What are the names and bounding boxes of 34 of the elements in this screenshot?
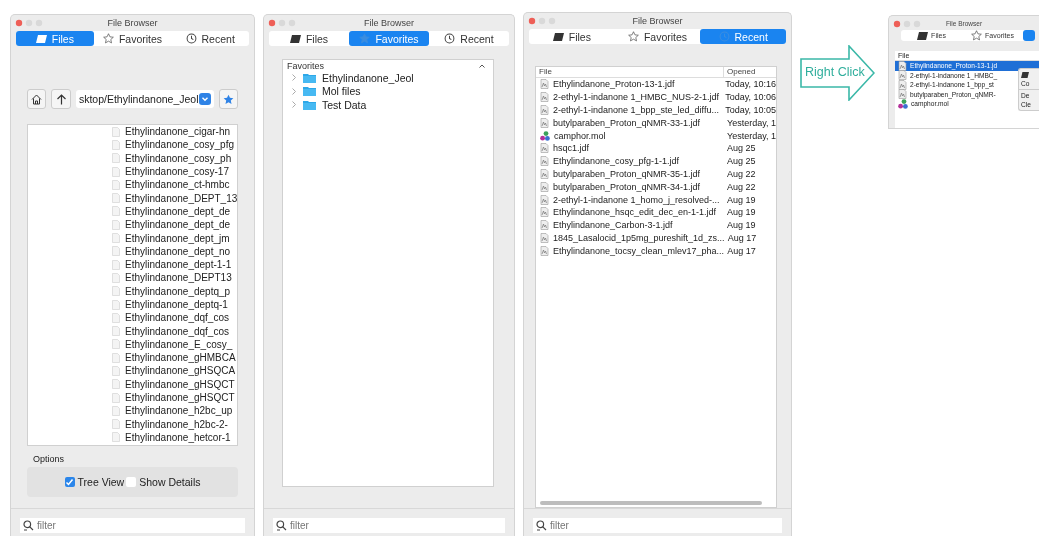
opened-date: Aug 25: [726, 156, 757, 167]
window-title: File Browser: [364, 18, 414, 28]
opened-date: Today, 10:05: [724, 105, 776, 115]
window-title: File Browser: [107, 18, 158, 28]
file-name: butylparaben_Proton_qNMR-35-1.jdf: [553, 168, 701, 179]
file-name: camphor.mol: [554, 130, 606, 141]
file-name: Ethylindanone_Proton-13-1.jdf: [553, 79, 675, 90]
opened-date: Today, 10:16: [724, 79, 776, 90]
file-name: Ethylindanone_tocsy_clean_mlev17_pha...: [553, 245, 725, 256]
list-header: Favorites: [283, 60, 493, 71]
opened-date: Aug 19: [726, 194, 757, 205]
file-name: hsqc1.jdf: [553, 143, 590, 154]
opened-date: Aug 22: [726, 168, 757, 179]
opened-date: Yesterday, 1: [725, 117, 776, 128]
window-title: File Browser: [632, 16, 683, 26]
file-name: Ethylindanone_hsqc_edit_dec_en-1-1.jdf: [553, 207, 717, 218]
opened-date: Aug 19: [726, 220, 757, 231]
opened-date: Aug 17: [726, 245, 757, 256]
file-name: 2-ethyl-1-indanone 1_homo_j_resolved-...: [553, 194, 720, 205]
opened-date: Aug 25: [726, 143, 757, 154]
file-name: Ethylindanone_cosy_pfg-1-1.jdf: [553, 156, 680, 167]
opened-date: Today, 10:06: [724, 92, 776, 103]
annotation-label: Right Click: [805, 65, 865, 79]
opened-date: Aug 19: [726, 207, 757, 218]
file-name: butylparaben_Proton_qNMR-33-1.jdf: [553, 117, 701, 128]
file-name: 1845_Lasalocid_1p5mg_pureshift_1d_zs...: [553, 232, 725, 243]
file-name: butylparaben_Proton_qNMR-34-1.jdf: [553, 181, 701, 192]
opened-date: Aug 22: [726, 181, 757, 192]
file-name: 2-ethyl-1-indanone 1_bpp_ste_led_diffu...: [553, 105, 719, 115]
opened-date: Aug 17: [726, 232, 758, 243]
options-label: Options: [33, 454, 66, 464]
opened-date: Yesterday, 1: [725, 130, 776, 141]
file-name: 2-ethyl-1-indanone 1_HMBC_NUS-2-1.jdf: [553, 92, 720, 103]
file-name: Ethylindanone_Carbon-3-1.jdf: [553, 220, 673, 231]
